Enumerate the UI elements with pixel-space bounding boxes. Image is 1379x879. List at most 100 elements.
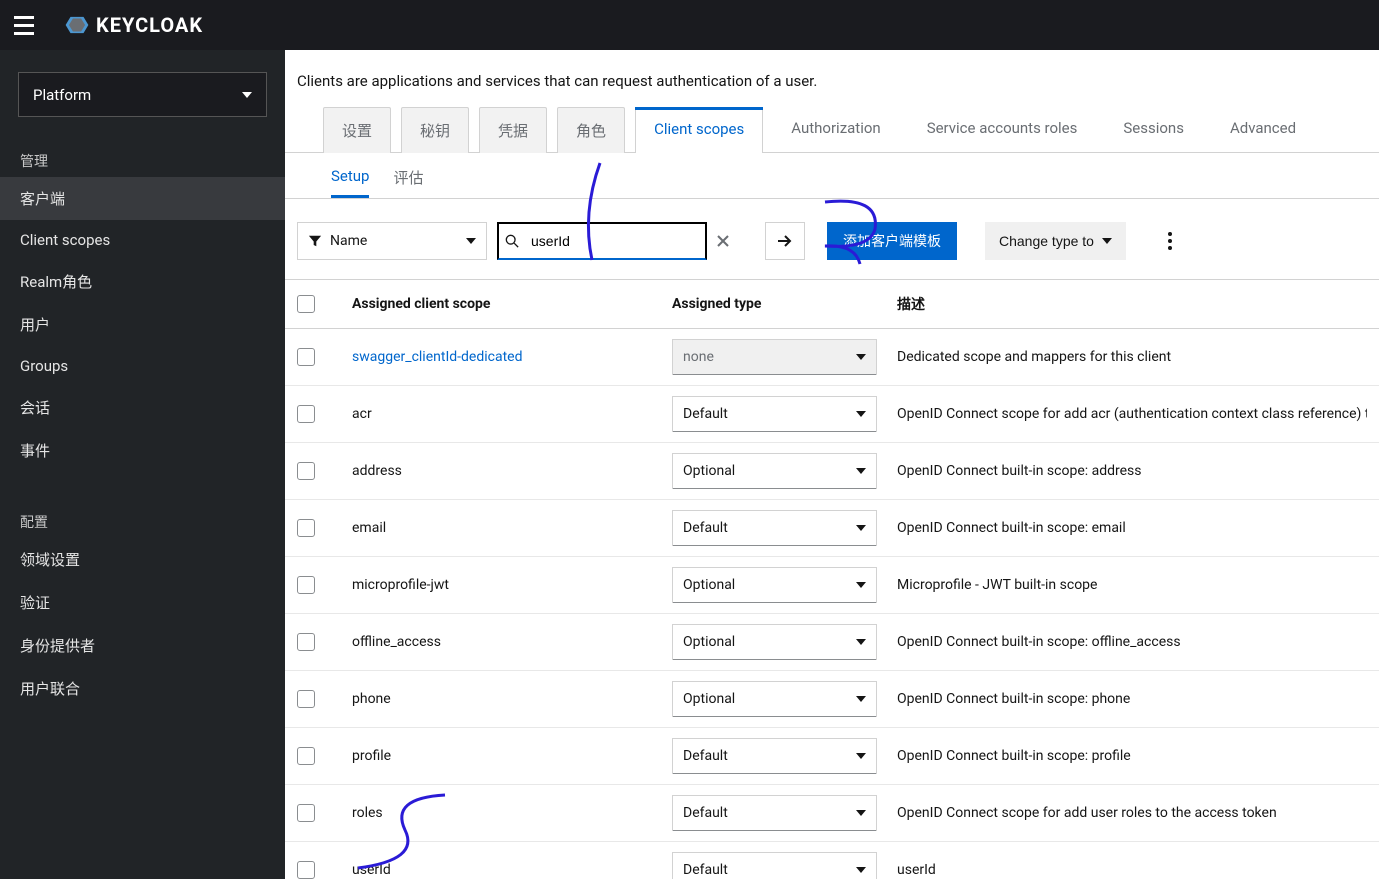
search-submit-button[interactable]: [765, 222, 805, 260]
table-row: offline_accessOptionalOpenID Connect bui…: [285, 614, 1379, 671]
assigned-type-select[interactable]: Default: [672, 510, 877, 546]
sidebar-item[interactable]: 身份提供者: [0, 624, 285, 667]
client-scopes-table: Assigned client scope Assigned type 描述 s…: [285, 280, 1379, 879]
sidebar-item[interactable]: Groups: [0, 346, 285, 386]
scope-description: userId: [897, 862, 1367, 878]
subtab[interactable]: Setup: [331, 167, 369, 198]
assigned-type-select[interactable]: Default: [672, 738, 877, 774]
kebab-menu-button[interactable]: [1158, 221, 1182, 261]
chevron-down-icon: [856, 411, 866, 417]
scope-description: OpenID Connect built-in scope: profile: [897, 748, 1367, 764]
chevron-down-icon: [856, 582, 866, 588]
chevron-down-icon: [242, 92, 252, 98]
scope-name: microprofile-jwt: [352, 577, 672, 593]
tab[interactable]: Advanced: [1212, 107, 1314, 153]
table-row: rolesDefaultOpenID Connect scope for add…: [285, 785, 1379, 842]
tab[interactable]: Client scopes: [635, 107, 763, 153]
assigned-type-select[interactable]: Optional: [672, 567, 877, 603]
table-row: phoneOptionalOpenID Connect built-in sco…: [285, 671, 1379, 728]
col-type: Assigned type: [672, 296, 897, 312]
chevron-down-icon: [856, 810, 866, 816]
table-header: Assigned client scope Assigned type 描述: [285, 280, 1379, 329]
assigned-type-select[interactable]: Optional: [672, 453, 877, 489]
tab[interactable]: 角色: [557, 107, 625, 153]
tab[interactable]: Sessions: [1105, 107, 1202, 153]
row-checkbox[interactable]: [297, 747, 315, 765]
tab[interactable]: Authorization: [773, 107, 898, 153]
sidebar: Platform 管理 客户端Client scopesRealm角色用户Gro…: [0, 50, 285, 879]
chevron-down-icon: [856, 753, 866, 759]
assigned-type-select[interactable]: Default: [672, 396, 877, 432]
sidebar-item[interactable]: 验证: [0, 581, 285, 624]
scope-name: acr: [352, 406, 672, 422]
scope-name: profile: [352, 748, 672, 764]
chevron-down-icon: [856, 867, 866, 873]
primary-tabs: 设置秘钥凭据角色Client scopesAuthorizationServic…: [285, 106, 1379, 153]
change-type-button[interactable]: Change type to: [985, 222, 1126, 260]
sidebar-item[interactable]: 领域设置: [0, 538, 285, 581]
sidebar-item[interactable]: 会话: [0, 386, 285, 429]
keycloak-logo-icon: [64, 12, 90, 38]
tab[interactable]: 凭据: [479, 107, 547, 153]
table-row: addressOptionalOpenID Connect built-in s…: [285, 443, 1379, 500]
sidebar-item[interactable]: 客户端: [0, 177, 285, 220]
scope-description: Microprofile - JWT built-in scope: [897, 577, 1367, 593]
select-all-checkbox[interactable]: [297, 295, 315, 313]
tab[interactable]: Service accounts roles: [909, 107, 1096, 153]
row-checkbox[interactable]: [297, 405, 315, 423]
table-row: profileDefault OpenID Connect built-in sc…: [285, 728, 1379, 785]
scope-description: OpenID Connect scope for add acr (authen…: [897, 406, 1367, 422]
assigned-type-select[interactable]: Optional: [672, 624, 877, 660]
row-checkbox[interactable]: [297, 576, 315, 594]
assigned-type-select[interactable]: Optional: [672, 681, 877, 717]
filter-attribute-label: Name: [330, 233, 367, 249]
arrow-right-icon: [777, 234, 793, 248]
tab[interactable]: 设置: [323, 107, 391, 153]
scope-description: OpenID Connect built-in scope: email: [897, 520, 1367, 536]
scope-name[interactable]: swagger_clientId-dedicated: [352, 349, 672, 365]
sidebar-section-manage: 管理: [0, 141, 285, 177]
scope-description: OpenID Connect built-in scope: phone: [897, 691, 1367, 707]
main-content: Clients are applications and services th…: [285, 50, 1379, 879]
row-checkbox[interactable]: [297, 462, 315, 480]
tab[interactable]: 秘钥: [401, 107, 469, 153]
chevron-down-icon: [856, 354, 866, 360]
row-checkbox[interactable]: [297, 804, 315, 822]
sidebar-item[interactable]: Client scopes: [0, 220, 285, 260]
clear-search-button[interactable]: [717, 222, 755, 260]
scope-description: OpenID Connect scope for add user roles …: [897, 805, 1367, 821]
row-checkbox[interactable]: [297, 348, 315, 366]
sidebar-item[interactable]: Realm角色: [0, 260, 285, 303]
col-desc: 描述: [897, 294, 1367, 314]
chevron-down-icon: [466, 238, 476, 244]
page-description: Clients are applications and services th…: [297, 72, 1379, 106]
row-checkbox[interactable]: [297, 633, 315, 651]
sidebar-item[interactable]: 用户联合: [0, 667, 285, 710]
assigned-type-select: none: [672, 339, 877, 375]
search-input[interactable]: [497, 222, 707, 260]
realm-selector[interactable]: Platform: [18, 72, 267, 117]
scope-description: Dedicated scope and mappers for this cli…: [897, 349, 1367, 365]
chevron-down-icon: [1102, 238, 1112, 244]
sub-tabs: Setup 评估: [285, 153, 1379, 199]
menu-toggle-button[interactable]: [12, 13, 36, 37]
row-checkbox[interactable]: [297, 861, 315, 879]
filter-attribute-select[interactable]: Name: [297, 222, 487, 260]
change-type-label: Change type to: [999, 233, 1094, 249]
subtab[interactable]: 评估: [393, 167, 423, 198]
scope-name: email: [352, 520, 672, 536]
row-checkbox[interactable]: [297, 690, 315, 708]
assigned-type-select[interactable]: Default: [672, 852, 877, 879]
table-row: swagger_clientId-dedicatednone Dedicated …: [285, 329, 1379, 386]
sidebar-item[interactable]: 事件: [0, 429, 285, 472]
brand-text: KEYCLOAK: [96, 13, 203, 37]
scope-name: address: [352, 463, 672, 479]
sidebar-item[interactable]: 用户: [0, 303, 285, 346]
table-row: userIdDefaultuserId: [285, 842, 1379, 879]
add-client-scope-button[interactable]: 添加客户端模板: [827, 222, 957, 260]
chevron-down-icon: [856, 696, 866, 702]
brand-logo: KEYCLOAK: [64, 12, 203, 38]
chevron-down-icon: [856, 525, 866, 531]
row-checkbox[interactable]: [297, 519, 315, 537]
assigned-type-select[interactable]: Default: [672, 795, 877, 831]
